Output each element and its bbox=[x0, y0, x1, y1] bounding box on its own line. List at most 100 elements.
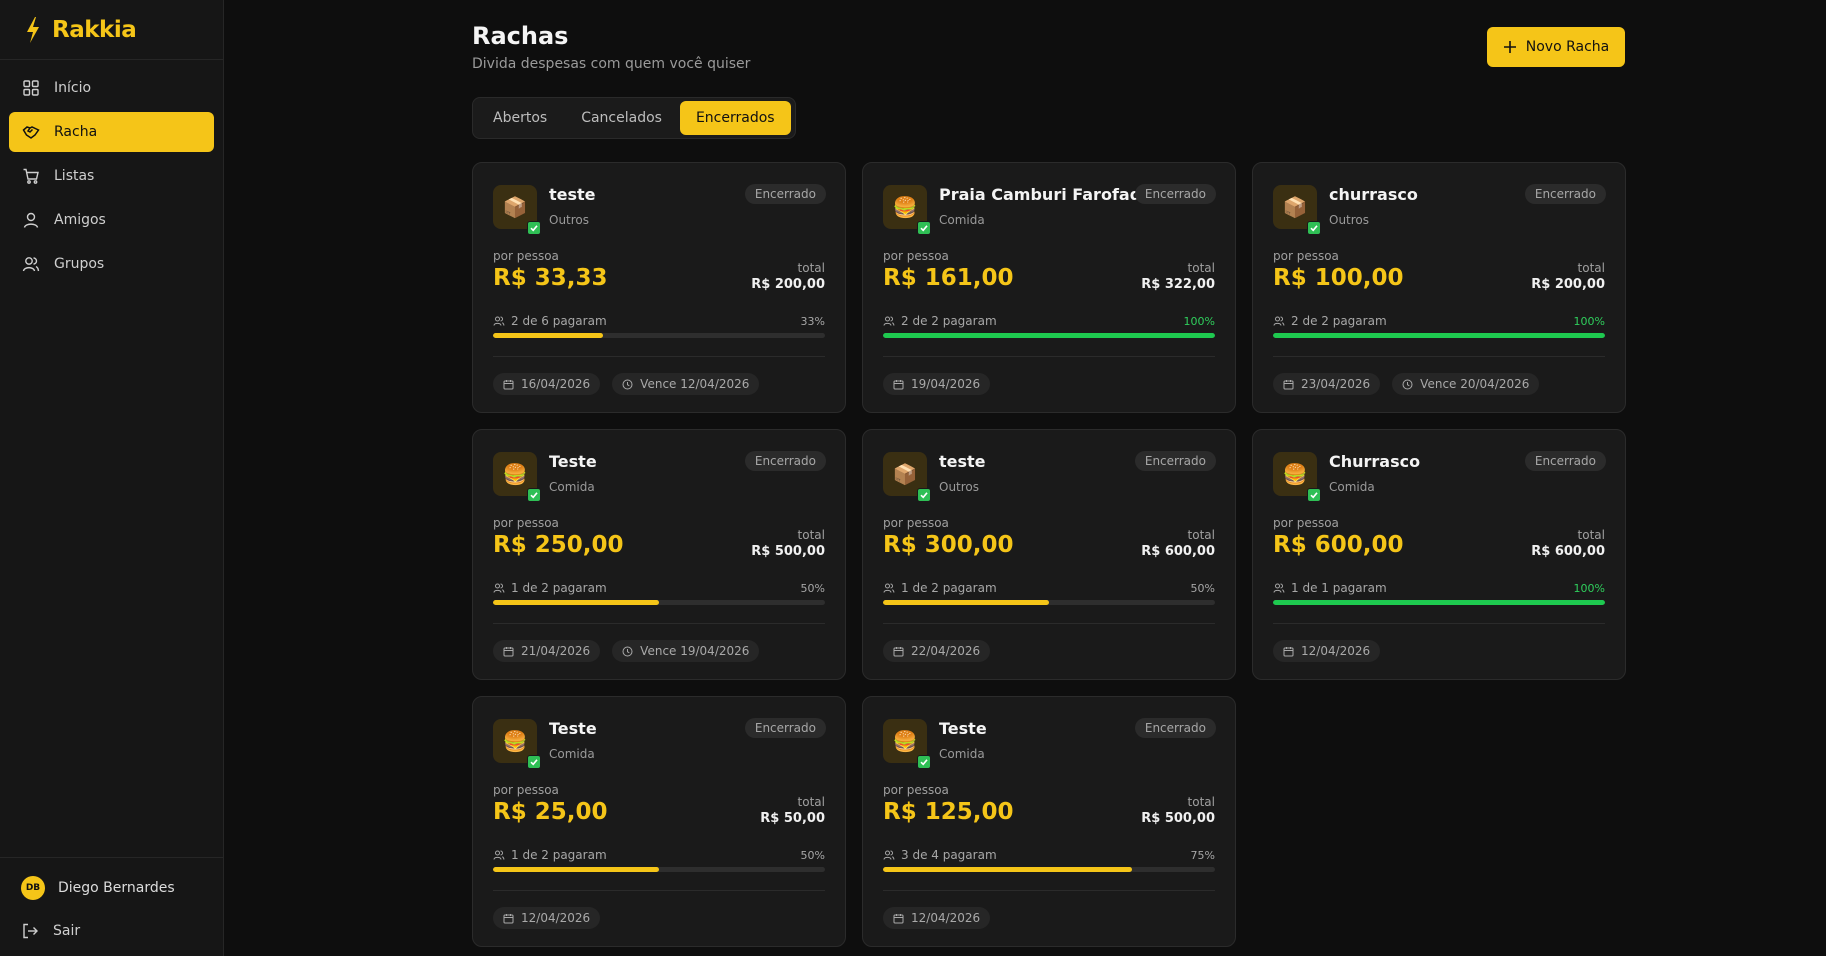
check-icon bbox=[527, 488, 541, 502]
progress-fill bbox=[883, 600, 1049, 605]
total-label: total bbox=[797, 795, 825, 809]
sidebar-item-amigos[interactable]: Amigos bbox=[9, 200, 214, 240]
tab-abertos[interactable]: Abertos bbox=[477, 101, 563, 135]
clock-icon bbox=[622, 646, 633, 656]
tab-cancelados[interactable]: Cancelados bbox=[565, 101, 678, 135]
total-value: R$ 600,00 bbox=[1531, 544, 1605, 559]
tab-encerrados[interactable]: Encerrados bbox=[679, 101, 791, 135]
per-person-label: por pessoa bbox=[493, 249, 559, 263]
per-person-label: por pessoa bbox=[493, 516, 559, 530]
per-person-value: R$ 250,00 bbox=[493, 532, 624, 558]
date-chip: 16/04/2026 bbox=[493, 373, 601, 395]
progress-bar bbox=[493, 333, 825, 338]
divider bbox=[1273, 356, 1605, 357]
sidebar-item-listas[interactable]: Listas bbox=[9, 156, 214, 196]
users-icon bbox=[22, 257, 40, 272]
racha-card[interactable]: 🍔 Teste Comida Encerrado por pessoa R$ 2… bbox=[472, 696, 846, 947]
paid-count: 2 de 2 pagaram bbox=[1291, 314, 1387, 328]
paid-count: 3 de 4 pagaram bbox=[901, 848, 997, 862]
progress-bar bbox=[493, 867, 825, 872]
check-icon bbox=[527, 755, 541, 769]
progress-fill bbox=[493, 867, 659, 872]
paid-info: 3 de 4 pagaram bbox=[883, 848, 997, 862]
card-title: Praia Camburi Farofada bbox=[939, 185, 1152, 204]
status-badge: Encerrado bbox=[1134, 184, 1216, 204]
user-icon bbox=[23, 212, 39, 228]
paid-percent: 100% bbox=[1573, 314, 1605, 328]
paid-row: 1 de 2 pagaram 50% bbox=[493, 580, 825, 596]
sidebar-item-inicio[interactable]: Início bbox=[9, 68, 214, 108]
racha-card[interactable]: 📦 teste Outros Encerrado por pessoa R$ 3… bbox=[472, 162, 846, 413]
new-racha-button[interactable]: Novo Racha bbox=[1487, 27, 1625, 67]
total-value: R$ 50,00 bbox=[760, 811, 825, 826]
user-profile[interactable]: DB Diego Bernardes bbox=[21, 872, 202, 904]
status-badge: Encerrado bbox=[744, 718, 826, 738]
due-text: Vence 20/04/2026 bbox=[1420, 377, 1530, 391]
racha-card[interactable]: 📦 churrasco Outros Encerrado por pessoa … bbox=[1252, 162, 1626, 413]
total-label: total bbox=[1577, 528, 1605, 542]
page-title: Rachas bbox=[472, 22, 569, 50]
logout-label: Sair bbox=[53, 923, 81, 939]
grid-icon bbox=[23, 80, 39, 96]
check-icon bbox=[1307, 488, 1321, 502]
sidebar-item-racha[interactable]: Racha bbox=[9, 112, 214, 152]
date-chip: 12/04/2026 bbox=[493, 907, 601, 929]
date-text: 16/04/2026 bbox=[521, 377, 591, 391]
total-label: total bbox=[1187, 261, 1215, 275]
category-emoji: 🍔 bbox=[502, 729, 528, 753]
sidebar-item-grupos[interactable]: Grupos bbox=[9, 244, 214, 284]
racha-card[interactable]: 🍔 Churrasco Comida Encerrado por pessoa … bbox=[1252, 429, 1626, 680]
logout-button[interactable]: Sair bbox=[21, 916, 202, 946]
paid-percent: 100% bbox=[1183, 314, 1215, 328]
users-icon bbox=[1273, 316, 1285, 326]
progress-fill bbox=[1273, 333, 1605, 338]
check-icon bbox=[917, 755, 931, 769]
category-emoji: 🍔 bbox=[892, 195, 918, 219]
calendar-icon bbox=[503, 646, 514, 656]
date-text: 22/04/2026 bbox=[911, 644, 981, 658]
per-person-label: por pessoa bbox=[1273, 516, 1339, 530]
progress-fill bbox=[493, 600, 659, 605]
new-racha-label: Novo Racha bbox=[1525, 39, 1610, 55]
date-text: 12/04/2026 bbox=[1301, 644, 1371, 658]
card-category: Comida bbox=[939, 213, 985, 227]
racha-card[interactable]: 🍔 Praia Camburi Farofada Comida Encerrad… bbox=[862, 162, 1236, 413]
status-badge: Encerrado bbox=[1524, 451, 1606, 471]
paid-row: 2 de 2 pagaram 100% bbox=[1273, 313, 1605, 329]
total-value: R$ 500,00 bbox=[751, 544, 825, 559]
category-emoji: 📦 bbox=[502, 195, 528, 219]
divider bbox=[883, 356, 1215, 357]
progress-bar bbox=[493, 600, 825, 605]
per-person-label: por pessoa bbox=[1273, 249, 1339, 263]
due-text: Vence 19/04/2026 bbox=[640, 644, 750, 658]
paid-row: 1 de 1 pagaram 100% bbox=[1273, 580, 1605, 596]
total-label: total bbox=[1187, 795, 1215, 809]
per-person-value: R$ 25,00 bbox=[493, 799, 608, 825]
date-text: 19/04/2026 bbox=[911, 377, 981, 391]
racha-card[interactable]: 🍔 Teste Comida Encerrado por pessoa R$ 2… bbox=[472, 429, 846, 680]
racha-card[interactable]: 📦 teste Outros Encerrado por pessoa R$ 3… bbox=[862, 429, 1236, 680]
progress-bar bbox=[1273, 333, 1605, 338]
avatar: DB bbox=[21, 876, 45, 900]
racha-card[interactable]: 🍔 Teste Comida Encerrado por pessoa R$ 1… bbox=[862, 696, 1236, 947]
per-person-value: R$ 161,00 bbox=[883, 265, 1014, 291]
logout-icon bbox=[23, 923, 38, 939]
per-person-label: por pessoa bbox=[883, 783, 949, 797]
paid-percent: 50% bbox=[800, 848, 825, 862]
due-chip: Vence 20/04/2026 bbox=[1392, 373, 1540, 395]
users-icon bbox=[1273, 583, 1285, 593]
calendar-icon bbox=[1283, 379, 1294, 389]
brand[interactable]: Rakkia bbox=[0, 0, 223, 60]
date-chip: 12/04/2026 bbox=[883, 907, 991, 929]
card-title: Teste bbox=[549, 719, 597, 738]
progress-fill bbox=[883, 333, 1215, 338]
sidebar-footer: DB Diego Bernardes Sair bbox=[0, 857, 223, 956]
per-person-value: R$ 125,00 bbox=[883, 799, 1014, 825]
card-title: churrasco bbox=[1329, 185, 1418, 204]
card-category: Comida bbox=[549, 480, 595, 494]
sidebar: Rakkia Início Racha Listas Amigos Grupos… bbox=[0, 0, 224, 956]
cart-icon bbox=[23, 168, 39, 184]
status-badge: Encerrado bbox=[744, 451, 826, 471]
paid-count: 2 de 2 pagaram bbox=[901, 314, 997, 328]
bolt-icon bbox=[27, 16, 39, 43]
